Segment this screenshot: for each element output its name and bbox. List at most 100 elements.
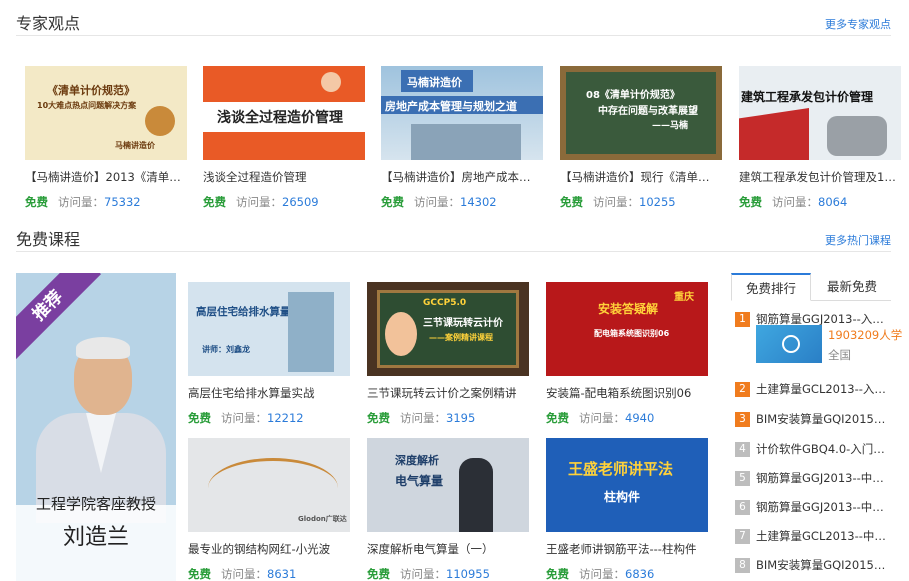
course-meta: 免费 访问量：14302: [381, 194, 543, 210]
visits-label: 访问量：: [58, 195, 104, 209]
rank-number: 5: [735, 470, 750, 486]
ranking-tabs: 免费排行 最新免费: [731, 273, 891, 301]
visits-count: 10255: [639, 195, 676, 209]
course-title[interactable]: 深度解析电气算量（一）: [367, 541, 527, 557]
course-thumbnail[interactable]: 深度解析 电气算量: [367, 438, 529, 532]
visits-count: 4940: [625, 411, 655, 425]
thumb-caption: GCCP5.0: [423, 298, 467, 308]
skyline-image: [411, 124, 521, 160]
expert-card-5[interactable]: 建筑工程承发包计价管理 建筑工程承发包计价管理及16号令 免费 访问量：8064: [739, 66, 901, 210]
course-meta: 免费 访问量：12212: [188, 410, 350, 426]
course-thumbnail[interactable]: 建筑工程承发包计价管理: [739, 66, 901, 160]
tab-newest-free[interactable]: 最新免费: [813, 273, 891, 301]
course-thumbnail[interactable]: 浅谈全过程造价管理: [203, 66, 365, 160]
rank-course-title[interactable]: 土建算量GCL2013--入门培训: [756, 381, 889, 397]
thumb-caption: 电气算量: [395, 474, 444, 488]
free-badge: 免费: [188, 411, 211, 425]
course-thumbnail[interactable]: 高层住宅给排水算量实战 讲师：刘鑫龙: [188, 282, 350, 376]
expert-section-title: 专家观点: [16, 14, 81, 33]
free-badge: 免费: [546, 411, 569, 425]
course-title[interactable]: 建筑工程承发包计价管理及16号令: [739, 169, 899, 185]
course-title[interactable]: 三节课玩转云计价之案例精讲: [367, 385, 527, 401]
course-thumbnail[interactable]: 《清单计价规范》 10大难点热点问题解决方案 马楠讲造价: [25, 66, 187, 160]
rank-course-title[interactable]: 土建算量GCL2013--中级培训: [756, 528, 889, 544]
more-expert-link[interactable]: 更多专家观点: [825, 16, 891, 32]
course-thumbnail[interactable]: 安装答疑解 配电箱系统图识别06 重庆: [546, 282, 708, 376]
course-thumbnail[interactable]: 08《清单计价规范》 中存在问题与改革展望 ——马楠: [560, 66, 722, 160]
ranking-item-7[interactable]: 7 土建算量GCL2013--中级培训: [735, 528, 891, 544]
visits-count: 8631: [267, 567, 297, 581]
rank-course-title[interactable]: 钢筋算量GGJ2013--中级培训: [756, 470, 889, 486]
visits-label: 访问量：: [414, 195, 460, 209]
building-model: [288, 292, 334, 372]
thumb-caption: 房地产成本管理与规划之道: [385, 100, 517, 113]
course-title[interactable]: 高层住宅给排水算量实战: [188, 385, 348, 401]
expert-card-3[interactable]: 马楠讲造价 房地产成本管理与规划之道 【马楠讲造价】房地产成本管理与规划之道 免…: [381, 66, 543, 210]
ranking-item-4[interactable]: 4 计价软件GBQ4.0-入门培训: [735, 441, 891, 457]
ranking-item-2[interactable]: 2 土建算量GCL2013--入门培训: [735, 381, 891, 397]
course-title[interactable]: 【马楠讲造价】2013《清单计价规范》10大难点热点问题解决方案: [25, 169, 185, 185]
course-title[interactable]: 【马楠讲造价】现行《清单计价规范》中存在问题与改革展望: [560, 169, 720, 185]
free-card-3[interactable]: 安装答疑解 配电箱系统图识别06 重庆 安装篇-配电箱系统图识别06 免费 访问量…: [546, 282, 708, 426]
top-course-thumbnail[interactable]: [756, 325, 822, 363]
expert-card-1[interactable]: 《清单计价规范》 10大难点热点问题解决方案 马楠讲造价 【马楠讲造价】2013…: [25, 66, 187, 210]
people-figures: [827, 116, 887, 156]
free-badge: 免费: [367, 567, 390, 581]
free-badge: 免费: [367, 411, 390, 425]
top-course-learners: 1903209人学: [828, 328, 903, 342]
course-title[interactable]: 安装篇-配电箱系统图识别06: [546, 385, 706, 401]
free-badge: 免费: [188, 567, 211, 581]
rank-course-title[interactable]: 计价软件GBQ4.0-入门培训: [756, 441, 889, 457]
visits-label: 访问量：: [593, 195, 639, 209]
course-thumbnail[interactable]: Glodon广联达: [188, 438, 350, 532]
free-badge: 免费: [203, 195, 226, 209]
free-badge: 免费: [381, 195, 404, 209]
visits-count: 14302: [460, 195, 497, 209]
ranking-item-6[interactable]: 6 钢筋算量GGJ2013--中级培训: [735, 499, 891, 515]
course-title[interactable]: 浅谈全过程造价管理: [203, 169, 363, 185]
rank-course-title[interactable]: BIM安装算量GQI2015入门培训: [756, 557, 889, 573]
thumb-caption: 深度解析: [395, 454, 439, 467]
clock-icon: [145, 106, 175, 136]
course-title[interactable]: 王盛老师讲钢筋平法---柱构件: [546, 541, 706, 557]
expert-card-4[interactable]: 08《清单计价规范》 中存在问题与改革展望 ——马楠 【马楠讲造价】现行《清单计…: [560, 66, 722, 210]
thumb-caption: 浅谈全过程造价管理: [217, 110, 343, 126]
more-hot-courses-link[interactable]: 更多热门课程: [825, 232, 891, 248]
thumb-caption: 《清单计价规范》: [47, 84, 135, 97]
red-arrow-graphic: [739, 108, 809, 160]
course-title[interactable]: 【马楠讲造价】房地产成本管理与规划之道: [381, 169, 541, 185]
rank-number: 2: [735, 381, 750, 397]
ranking-item-3[interactable]: 3 BIM安装算量GQI2015入门培训: [735, 411, 891, 427]
course-meta: 免费 访问量：10255: [560, 194, 722, 210]
thumb-caption: 王盛老师讲平法: [568, 460, 674, 478]
rank-course-title[interactable]: BIM安装算量GQI2015入门培训: [756, 411, 889, 427]
free-card-4[interactable]: Glodon广联达 最专业的钢结构网红-小光波 免费 访问量：8631: [188, 438, 350, 581]
course-thumbnail[interactable]: 马楠讲造价 房地产成本管理与规划之道: [381, 66, 543, 160]
course-thumbnail[interactable]: GCCP5.0 三节课玩转云计价 ——案例精讲课程: [367, 282, 529, 376]
tab-free-ranking[interactable]: 免费排行: [731, 273, 811, 301]
free-card-6[interactable]: 王盛老师讲平法 柱构件 王盛老师讲钢筋平法---柱构件 免费 访问量：6836: [546, 438, 708, 581]
ranking-item-5[interactable]: 5 钢筋算量GGJ2013--中级培训: [735, 470, 891, 486]
free-card-5[interactable]: 深度解析 电气算量 深度解析电气算量（一） 免费 访问量：110955: [367, 438, 529, 581]
thumb-caption: 讲师：刘鑫龙: [202, 345, 250, 354]
visits-label: 访问量：: [221, 567, 267, 581]
rank-number: 6: [735, 499, 750, 515]
ranking-item-8[interactable]: 8 BIM安装算量GQI2015入门培训: [735, 557, 891, 573]
promo-lecturer-name: 刘造兰: [62, 525, 129, 550]
thumb-caption: 安装答疑解: [598, 302, 659, 316]
course-meta: 免费 访问量：3195: [367, 410, 529, 426]
rank-course-title[interactable]: 钢筋算量GGJ2013--中级培训: [756, 499, 889, 515]
thumb-caption: 配电箱系统图识别06: [594, 329, 670, 338]
thumb-caption: ——马楠: [652, 121, 689, 131]
course-thumbnail[interactable]: 王盛老师讲平法 柱构件: [546, 438, 708, 532]
free-card-1[interactable]: 高层住宅给排水算量实战 讲师：刘鑫龙 高层住宅给排水算量实战 免费 访问量：122…: [188, 282, 350, 426]
course-title[interactable]: 最专业的钢结构网红-小光波: [188, 541, 348, 557]
visits-label: 访问量：: [579, 567, 625, 581]
rank-number: 3: [735, 411, 750, 427]
expert-card-2[interactable]: 浅谈全过程造价管理 浅谈全过程造价管理 免费 访问量：26509: [203, 66, 365, 210]
recommended-promo-banner[interactable]: 推荐 工程学院客座教授 刘造兰: [16, 273, 176, 581]
free-card-2[interactable]: GCCP5.0 三节课玩转云计价 ——案例精讲课程 三节课玩转云计价之案例精讲 …: [367, 282, 529, 426]
visits-count: 75332: [104, 195, 141, 209]
visits-label: 访问量：: [400, 411, 446, 425]
lecturer-figure: [459, 458, 493, 532]
